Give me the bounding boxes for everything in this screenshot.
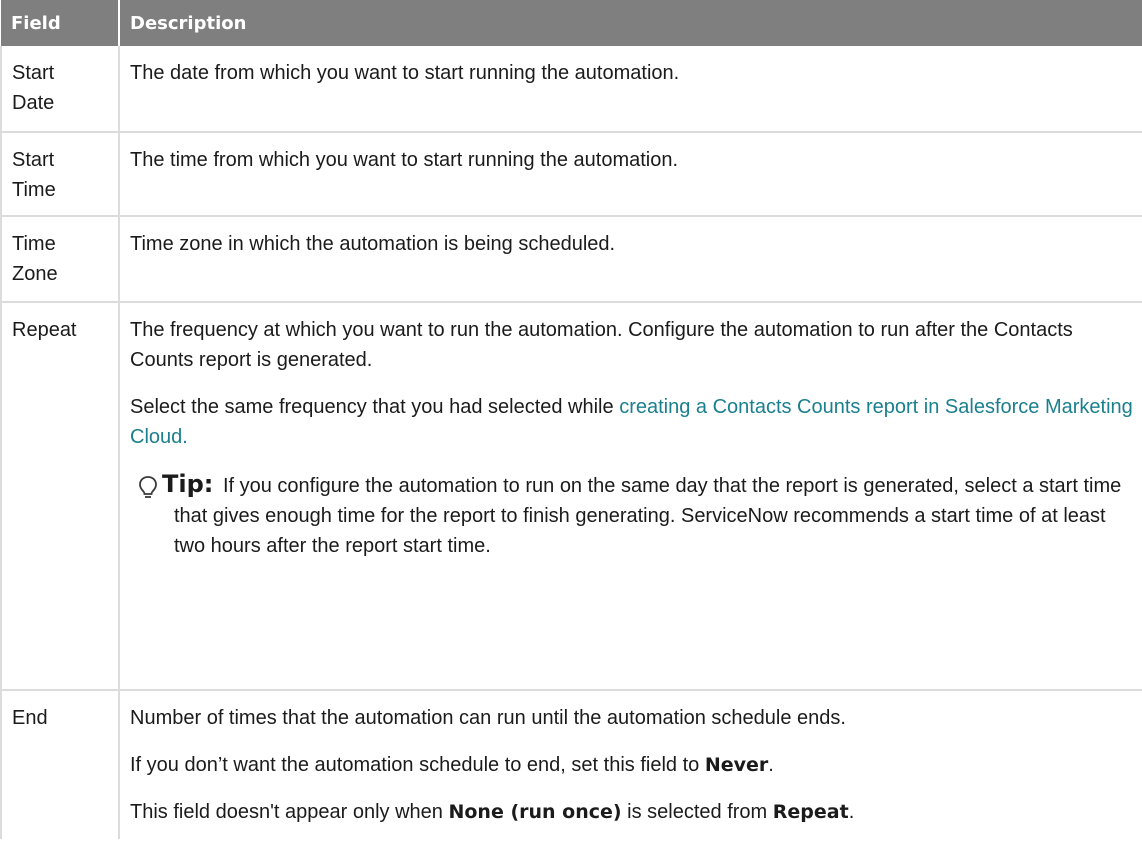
tip-text: If you configure the automation to run o… (174, 475, 1122, 557)
table-row: Start Date The date from which you want t… (0, 46, 1142, 133)
table-row: Time Zone Time zone in which the automati… (0, 216, 1142, 303)
table-header-row: Field Description (1, 0, 1142, 46)
description-text: The frequency at which you want to run t… (130, 319, 1073, 371)
table-row: End Number of times that the automation … (0, 690, 1142, 839)
description-text: This field doesn't appear only when None… (130, 797, 1133, 827)
field-name: End (12, 707, 48, 729)
header-description: Description (118, 0, 1142, 46)
field-name-line1: Start (12, 62, 55, 84)
description-text-part: is selected from (621, 801, 773, 823)
description-text: The time from which you want to start ru… (130, 149, 679, 171)
field-cell: Start Date (0, 46, 119, 133)
table-row: Repeat The frequency at which you want t… (0, 302, 1142, 691)
header-field: Field (1, 0, 119, 46)
description-text: Number of times that the automation can … (130, 707, 846, 729)
field-cell: Repeat (0, 302, 119, 691)
field-cell: Start Time (0, 132, 119, 217)
description-text: Select the same frequency that you had s… (130, 392, 1133, 452)
field-cell: Time Zone (0, 216, 119, 303)
field-name-line2: Time (12, 179, 56, 201)
tip-note: Tip: If you configure the automation to … (130, 469, 1133, 579)
repeat-field-ref: Repeat (772, 801, 849, 823)
description-text-part: . (768, 754, 774, 776)
description-cell: Number of times that the automation can … (118, 690, 1142, 839)
description-cell: The time from which you want to start ru… (118, 132, 1142, 217)
description-text: Time zone in which the automation is bei… (130, 233, 616, 255)
field-name-line2: Date (12, 92, 55, 114)
field-description-table: Field Description Start Date The date fro… (0, 0, 1142, 839)
description-text-part: If you don’t want the automation schedul… (130, 754, 705, 776)
description-cell: Time zone in which the automation is bei… (118, 216, 1142, 303)
description-text-part: This field doesn't appear only when (130, 801, 449, 823)
field-name-line2: Zone (12, 263, 58, 285)
lightbulb-icon (138, 475, 158, 501)
description-text: The date from which you want to start ru… (130, 62, 680, 84)
description-text-part: Select the same frequency that you had s… (130, 396, 620, 418)
description-cell: The date from which you want to start ru… (118, 46, 1142, 133)
field-name-line1: Time (12, 233, 56, 255)
field-name: Repeat (12, 319, 77, 341)
none-run-once-value: None (run once) (448, 801, 622, 823)
description-text: If you don’t want the automation schedul… (130, 750, 1133, 780)
field-name-line1: Start (12, 149, 55, 171)
description-cell: The frequency at which you want to run t… (118, 302, 1142, 691)
description-text-part: . (848, 801, 855, 823)
field-cell: End (0, 690, 119, 839)
never-value: Never (704, 754, 769, 776)
tip-label: Tip: (162, 470, 214, 498)
table-row: Start Time The time from which you want t… (0, 132, 1142, 217)
